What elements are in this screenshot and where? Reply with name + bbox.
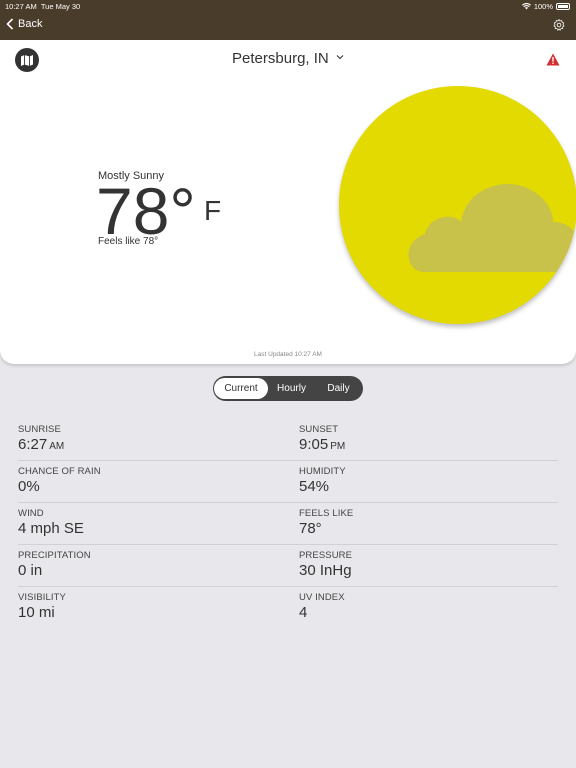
detail-value: 10 mi <box>18 604 55 621</box>
battery-percent: 100% <box>533 2 553 11</box>
sunset-cell: SUNSET 9:05 PM <box>299 424 345 453</box>
detail-label: FEELS LIKE <box>299 508 354 519</box>
sunrise-cell: SUNRISE 6:27 AM <box>18 424 64 453</box>
detail-row: PRECIPITATION 0 in PRESSURE 30 InHg <box>18 545 558 587</box>
status-time: 10:27 AM <box>5 2 37 11</box>
uv-index-cell: UV INDEX 4 <box>299 592 345 621</box>
tab-daily[interactable]: Daily <box>315 378 362 399</box>
tab-current[interactable]: Current <box>214 378 268 399</box>
detail-label: PRECIPITATION <box>18 550 91 561</box>
detail-label: VISIBILITY <box>18 592 66 603</box>
last-updated: Last Updated 10:27 AM <box>254 351 322 358</box>
detail-value: 4 <box>299 604 308 621</box>
detail-label: WIND <box>18 508 44 519</box>
cloud-icon <box>408 184 576 272</box>
gear-icon[interactable] <box>552 18 566 32</box>
detail-row: CHANCE OF RAIN 0% HUMIDITY 54% <box>18 461 558 503</box>
detail-value: 54% <box>299 478 330 495</box>
detail-row: WIND 4 mph SE FEELS LIKE 78° <box>18 503 558 545</box>
warning-icon[interactable] <box>546 53 560 66</box>
detail-label: PRESSURE <box>299 550 353 561</box>
detail-label: SUNSET <box>299 424 339 435</box>
feels-like-cell: FEELS LIKE 78° <box>299 508 353 537</box>
view-tabs: Current Hourly Daily <box>213 376 363 401</box>
detail-row: VISIBILITY 10 mi UV INDEX 4 <box>18 587 558 629</box>
detail-label: HUMIDITY <box>299 466 346 477</box>
detail-value: 30 InHg <box>299 562 352 579</box>
detail-value: 4 mph SE <box>18 520 84 537</box>
detail-label: SUNRISE <box>18 424 61 435</box>
battery-icon <box>556 3 570 10</box>
chevron-down-icon <box>336 55 344 60</box>
back-label: Back <box>18 18 43 30</box>
nav-bar: Back <box>0 12 576 40</box>
status-bar: 10:27 AM Tue May 30 100% <box>0 0 576 12</box>
detail-value: 6:27 AM <box>18 436 65 453</box>
feels-like-text: Feels like 78° <box>98 236 159 247</box>
visibility-cell: VISIBILITY 10 mi <box>18 592 66 621</box>
tab-hourly[interactable]: Hourly <box>268 378 315 399</box>
back-button[interactable]: Back <box>6 18 42 30</box>
detail-value: 0% <box>18 478 40 495</box>
weather-details: SUNRISE 6:27 AM SUNSET 9:05 PM CHANCE OF R… <box>18 419 558 629</box>
mostly-sunny-icon <box>339 86 576 324</box>
location-name: Petersburg, IN <box>232 50 329 67</box>
wifi-icon <box>521 3 531 10</box>
humidity-cell: HUMIDITY 54% <box>299 466 346 495</box>
detail-label: CHANCE OF RAIN <box>18 466 101 477</box>
precipitation-cell: PRECIPITATION 0 in <box>18 550 91 579</box>
status-right: 100% <box>521 2 570 11</box>
detail-value: 78° <box>299 520 322 537</box>
wind-cell: WIND 4 mph SE <box>18 508 84 537</box>
location-selector[interactable]: Petersburg, IN <box>0 50 576 67</box>
status-time-date: 10:27 AM Tue May 30 <box>5 2 80 11</box>
temperature: 78° <box>96 174 196 248</box>
detail-row: SUNRISE 6:27 AM SUNSET 9:05 PM <box>18 419 558 461</box>
current-weather-card: Petersburg, IN Mostly Sunny 78° F Feels … <box>0 40 576 364</box>
status-date: Tue May 30 <box>40 2 81 11</box>
detail-value: 0 in <box>18 562 43 579</box>
chance-of-rain-cell: CHANCE OF RAIN 0% <box>18 466 101 495</box>
temperature-unit: F <box>204 195 222 226</box>
chevron-left-icon <box>6 18 14 30</box>
detail-label: UV INDEX <box>299 592 345 603</box>
pressure-cell: PRESSURE 30 InHg <box>299 550 352 579</box>
detail-value: 9:05 PM <box>299 436 346 453</box>
